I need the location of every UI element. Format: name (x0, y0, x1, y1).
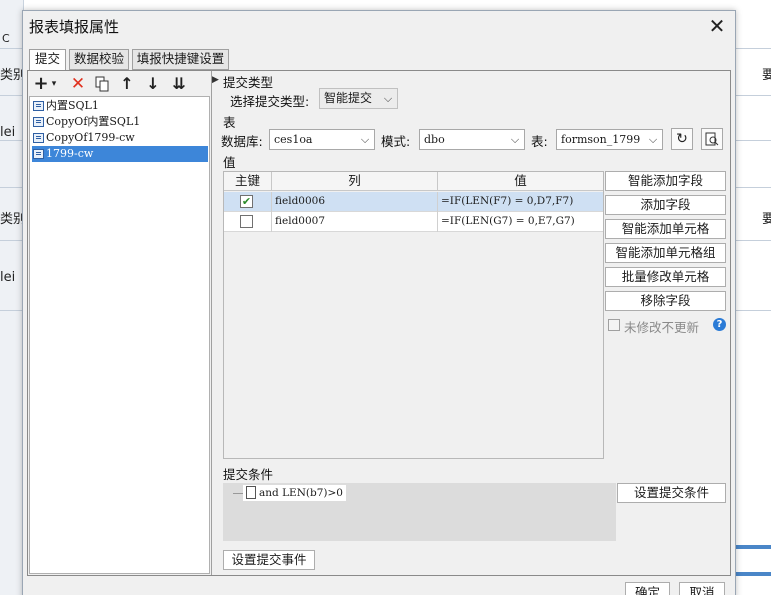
help-icon[interactable]: ? (713, 318, 726, 331)
field-grid: 主键 列 值 ✔ field0006 =IF(LEN(F7) = 0,D7,F7… (223, 171, 604, 459)
value-section-label: 值 (223, 155, 236, 170)
database-label: 数据库: (221, 134, 263, 149)
table-section-label: 表 (223, 115, 236, 130)
background-cell: 要 (762, 212, 771, 227)
condition-item[interactable]: and LEN(b7)>0 (233, 485, 346, 501)
document-icon (246, 486, 256, 499)
column-cell[interactable]: field0006 (272, 192, 438, 212)
tree-item[interactable]: CopyOf内置SQL1 (32, 114, 208, 130)
tab-submit[interactable]: 提交 (29, 49, 66, 72)
schema-label: 模式: (381, 134, 411, 149)
tree-item[interactable]: 内置SQL1 (32, 98, 208, 114)
list-toolbar: + ▾ ✕ ↑ ↓ ⇊ (30, 73, 210, 95)
table-row[interactable]: ✔ field0006 =IF(LEN(F7) = 0,D7,F7) (224, 192, 603, 212)
condition-tree: and LEN(b7)>0 (223, 483, 616, 541)
tree-item-selected[interactable]: 1799-cw (32, 146, 208, 162)
database-select[interactable]: ces1oa ⌵ (269, 129, 375, 150)
preview-icon[interactable] (701, 128, 723, 150)
background-header-cell: C (2, 32, 10, 45)
report-fill-properties-dialog: 报表填报属性 ✕ 提交 数据校验 填报快捷键设置 + ▾ ✕ ↑ ↓ ⇊ 内置S… (22, 10, 736, 595)
submit-list-pane: + ▾ ✕ ↑ ↓ ⇊ 内置SQL1 CopyOf内置SQL1 CopyOf17… (28, 71, 212, 575)
submit-type-select[interactable]: 智能提交 ⌵ (319, 88, 398, 109)
table-icon (33, 149, 44, 159)
set-event-button[interactable]: 设置提交事件 (223, 550, 315, 570)
chevron-down-icon: ⌵ (510, 133, 520, 146)
key-cell: ✔ (224, 192, 272, 212)
tab-data-validation[interactable]: 数据校验 (69, 49, 129, 70)
smart-add-cell-button[interactable]: 智能添加单元格 (605, 219, 726, 239)
move-down-icon[interactable]: ↓ (142, 73, 164, 95)
move-up-icon[interactable]: ↑ (116, 73, 138, 95)
value-cell[interactable]: =IF(LEN(F7) = 0,D7,F7) (438, 192, 603, 212)
table-icon (33, 117, 44, 127)
remove-field-button[interactable]: 移除字段 (605, 291, 726, 311)
background-cell: lei (0, 125, 16, 140)
grid-header-value: 值 (514, 173, 527, 188)
key-cell (224, 212, 272, 232)
submit-type-label: 选择提交类型: (230, 94, 310, 109)
title-bar[interactable]: 报表填报属性 ✕ (23, 11, 735, 43)
background-cell: lei (0, 270, 16, 285)
submit-tree: 内置SQL1 CopyOf内置SQL1 CopyOf1799-cw 1799-c… (29, 96, 210, 574)
grid-header-column: 列 (272, 172, 438, 191)
chevron-down-icon: ⌵ (383, 92, 393, 105)
column-cell[interactable]: field0007 (272, 212, 438, 232)
table-icon (33, 101, 44, 111)
background-cell: 要 (762, 68, 771, 83)
cancel-button[interactable]: 取消 (679, 582, 725, 595)
smart-add-cell-group-button[interactable]: 智能添加单元格组 (605, 243, 726, 263)
no-update-label: 未修改不更新 (624, 320, 700, 335)
background-selection (736, 572, 771, 576)
delete-icon[interactable]: ✕ (67, 73, 89, 95)
refresh-icon[interactable]: ↻ (671, 128, 693, 150)
submit-type-section-label: 提交类型 (223, 75, 274, 90)
no-update-checkbox[interactable] (608, 319, 620, 331)
background-selection (736, 545, 771, 549)
add-field-button[interactable]: 添加字段 (605, 195, 726, 215)
grid-header: 主键 列 值 (224, 172, 603, 191)
chevron-down-icon: ⌵ (648, 133, 658, 146)
tab-panel: + ▾ ✕ ↑ ↓ ⇊ 内置SQL1 CopyOf内置SQL1 CopyOf17… (27, 70, 731, 576)
tree-item[interactable]: CopyOf1799-cw (32, 130, 208, 146)
copy-icon[interactable] (91, 73, 113, 95)
batch-modify-cell-button[interactable]: 批量修改单元格 (605, 267, 726, 287)
table-select[interactable]: formson_1799 ⌵ (556, 129, 663, 150)
primary-key-checkbox[interactable]: ✔ (240, 195, 253, 208)
submit-settings: 提交类型 选择提交类型: 智能提交 ⌵ 表 数据库: ces1oa ⌵ 模式: db… (220, 71, 730, 575)
table-icon (33, 133, 44, 143)
add-icon[interactable]: + (32, 73, 50, 95)
value-cell[interactable]: =IF(LEN(G7) = 0,E7,G7) (438, 212, 603, 232)
set-condition-button[interactable]: 设置提交条件 (617, 483, 726, 503)
grid-header-key: 主键 (224, 172, 272, 191)
primary-key-checkbox[interactable] (240, 215, 253, 228)
add-dropdown-icon[interactable]: ▾ (49, 73, 59, 95)
dialog-title: 报表填报属性 (29, 18, 120, 36)
background-row-header (0, 0, 24, 595)
ok-button[interactable]: 确定 (625, 582, 670, 595)
tab-shortcut-settings[interactable]: 填报快捷键设置 (132, 49, 229, 70)
splitter-collapse-icon[interactable]: ▶ (212, 75, 220, 85)
condition-section-label: 提交条件 (223, 467, 274, 482)
chevron-down-icon: ⌵ (360, 133, 370, 146)
table-row[interactable]: field0007 =IF(LEN(G7) = 0,E7,G7) (224, 212, 603, 232)
move-bottom-icon[interactable]: ⇊ (168, 73, 190, 95)
schema-select[interactable]: dbo ⌵ (419, 129, 525, 150)
close-icon[interactable]: ✕ (705, 15, 729, 39)
smart-add-field-button[interactable]: 智能添加字段 (605, 171, 726, 191)
table-label: 表: (531, 134, 548, 149)
